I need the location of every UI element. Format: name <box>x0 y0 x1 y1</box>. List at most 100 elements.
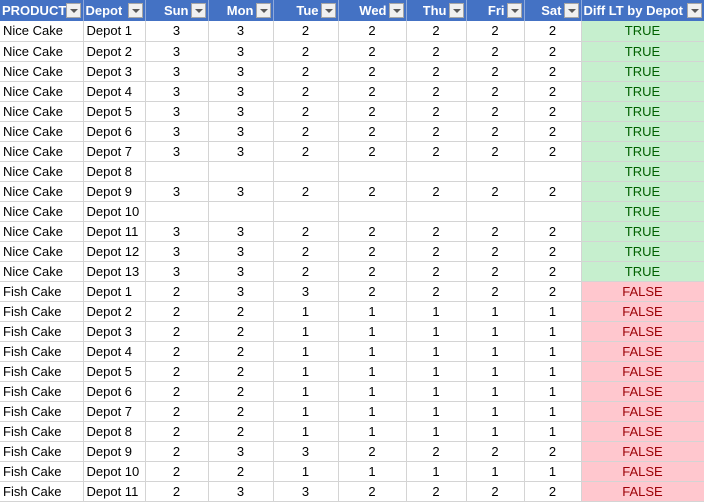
cell-product[interactable]: Nice Cake <box>0 201 84 222</box>
cell-diff-lt-by-depot[interactable]: TRUE <box>581 61 704 82</box>
cell-tue[interactable] <box>273 161 339 182</box>
cell-diff-lt-by-depot[interactable]: TRUE <box>581 141 704 162</box>
cell-sun[interactable]: 2 <box>145 281 209 302</box>
cell-mon[interactable]: 2 <box>208 301 274 322</box>
cell-thu[interactable]: 1 <box>406 361 467 382</box>
filter-dropdown-icon[interactable] <box>320 3 336 18</box>
cell-wed[interactable]: 2 <box>338 181 407 202</box>
cell-sat[interactable]: 2 <box>524 221 582 242</box>
cell-sat[interactable]: 2 <box>524 81 582 102</box>
cell-sun[interactable]: 3 <box>145 241 209 262</box>
cell-wed[interactable]: 2 <box>338 281 407 302</box>
cell-fri[interactable]: 2 <box>466 41 525 62</box>
cell-product[interactable]: Nice Cake <box>0 21 84 42</box>
cell-mon[interactable]: 2 <box>208 381 274 402</box>
cell-thu[interactable] <box>406 201 467 222</box>
cell-thu[interactable]: 2 <box>406 141 467 162</box>
cell-fri[interactable]: 2 <box>466 61 525 82</box>
cell-product[interactable]: Fish Cake <box>0 421 84 442</box>
cell-mon[interactable]: 3 <box>208 281 274 302</box>
cell-diff-lt-by-depot[interactable]: FALSE <box>581 361 704 382</box>
cell-thu[interactable]: 1 <box>406 381 467 402</box>
cell-depot[interactable]: Depot 11 <box>83 221 146 242</box>
cell-thu[interactable]: 2 <box>406 121 467 142</box>
cell-tue[interactable]: 2 <box>273 101 339 122</box>
cell-thu[interactable]: 2 <box>406 81 467 102</box>
cell-wed[interactable]: 2 <box>338 61 407 82</box>
cell-diff-lt-by-depot[interactable]: TRUE <box>581 41 704 62</box>
cell-diff-lt-by-depot[interactable]: FALSE <box>581 401 704 422</box>
cell-mon[interactable]: 3 <box>208 261 274 282</box>
cell-diff-lt-by-depot[interactable]: FALSE <box>581 481 704 502</box>
cell-mon[interactable]: 2 <box>208 401 274 422</box>
cell-sun[interactable]: 3 <box>145 21 209 42</box>
cell-wed[interactable]: 2 <box>338 481 407 502</box>
cell-diff-lt-by-depot[interactable]: FALSE <box>581 441 704 462</box>
cell-tue[interactable]: 2 <box>273 261 339 282</box>
column-header-fri[interactable]: Fri <box>466 0 525 21</box>
column-header-diff-lt-by-depot[interactable]: Diff LT by Depot <box>581 0 704 21</box>
cell-product[interactable]: Fish Cake <box>0 321 84 342</box>
cell-sat[interactable]: 1 <box>524 321 582 342</box>
cell-fri[interactable]: 2 <box>466 101 525 122</box>
cell-sat[interactable]: 1 <box>524 301 582 322</box>
cell-mon[interactable]: 3 <box>208 41 274 62</box>
cell-diff-lt-by-depot[interactable]: TRUE <box>581 121 704 142</box>
cell-depot[interactable]: Depot 5 <box>83 361 146 382</box>
cell-product[interactable]: Nice Cake <box>0 41 84 62</box>
cell-fri[interactable]: 1 <box>466 401 525 422</box>
cell-diff-lt-by-depot[interactable]: FALSE <box>581 381 704 402</box>
cell-depot[interactable]: Depot 4 <box>83 341 146 362</box>
cell-fri[interactable]: 2 <box>466 141 525 162</box>
filter-dropdown-icon[interactable] <box>388 3 404 18</box>
cell-tue[interactable]: 2 <box>273 81 339 102</box>
cell-thu[interactable]: 2 <box>406 481 467 502</box>
cell-tue[interactable]: 1 <box>273 401 339 422</box>
cell-wed[interactable]: 2 <box>338 441 407 462</box>
cell-mon[interactable]: 3 <box>208 121 274 142</box>
cell-diff-lt-by-depot[interactable]: FALSE <box>581 281 704 302</box>
cell-product[interactable]: Nice Cake <box>0 81 84 102</box>
cell-diff-lt-by-depot[interactable]: FALSE <box>581 301 704 322</box>
cell-fri[interactable]: 2 <box>466 21 525 42</box>
cell-depot[interactable]: Depot 2 <box>83 41 146 62</box>
filter-dropdown-icon[interactable] <box>686 3 702 18</box>
cell-wed[interactable]: 2 <box>338 41 407 62</box>
cell-sun[interactable]: 3 <box>145 221 209 242</box>
cell-diff-lt-by-depot[interactable]: TRUE <box>581 101 704 122</box>
cell-sun[interactable]: 2 <box>145 461 209 482</box>
cell-tue[interactable]: 1 <box>273 381 339 402</box>
filter-dropdown-icon[interactable] <box>563 3 579 18</box>
cell-product[interactable]: Fish Cake <box>0 401 84 422</box>
column-header-tue[interactable]: Tue <box>273 0 339 21</box>
cell-sat[interactable]: 2 <box>524 21 582 42</box>
cell-depot[interactable]: Depot 1 <box>83 281 146 302</box>
cell-depot[interactable]: Depot 10 <box>83 461 146 482</box>
cell-fri[interactable] <box>466 161 525 182</box>
cell-depot[interactable]: Depot 1 <box>83 21 146 42</box>
filter-dropdown-icon[interactable] <box>190 3 206 18</box>
cell-product[interactable]: Nice Cake <box>0 61 84 82</box>
cell-sat[interactable]: 2 <box>524 61 582 82</box>
cell-thu[interactable]: 1 <box>406 401 467 422</box>
cell-fri[interactable]: 2 <box>466 261 525 282</box>
cell-sun[interactable] <box>145 201 209 222</box>
cell-depot[interactable]: Depot 13 <box>83 261 146 282</box>
cell-tue[interactable]: 1 <box>273 321 339 342</box>
cell-sat[interactable] <box>524 201 582 222</box>
cell-diff-lt-by-depot[interactable]: FALSE <box>581 341 704 362</box>
cell-tue[interactable]: 1 <box>273 421 339 442</box>
cell-fri[interactable]: 2 <box>466 81 525 102</box>
cell-depot[interactable]: Depot 4 <box>83 81 146 102</box>
cell-wed[interactable]: 2 <box>338 261 407 282</box>
cell-tue[interactable]: 3 <box>273 281 339 302</box>
cell-tue[interactable]: 2 <box>273 141 339 162</box>
cell-mon[interactable]: 3 <box>208 241 274 262</box>
cell-fri[interactable]: 2 <box>466 181 525 202</box>
cell-sat[interactable]: 1 <box>524 381 582 402</box>
cell-depot[interactable]: Depot 5 <box>83 101 146 122</box>
cell-fri[interactable]: 1 <box>466 421 525 442</box>
cell-mon[interactable] <box>208 161 274 182</box>
cell-depot[interactable]: Depot 3 <box>83 61 146 82</box>
cell-sun[interactable]: 2 <box>145 321 209 342</box>
